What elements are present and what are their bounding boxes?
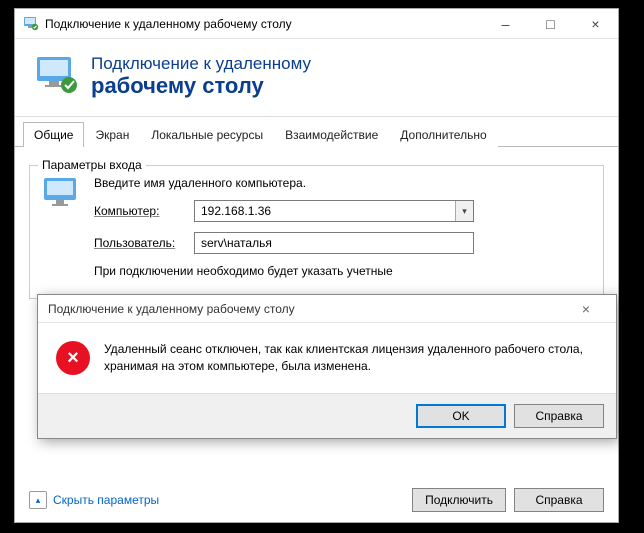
credentials-note: При подключении необходимо будет указать… bbox=[94, 264, 591, 278]
tab-content: Параметры входа Введите имя удаленного к… bbox=[15, 147, 618, 311]
window-title: Подключение к удаленному рабочему столу bbox=[45, 17, 483, 31]
login-group-title: Параметры входа bbox=[38, 158, 146, 172]
dialog-title: Подключение к удаленному рабочему столу bbox=[48, 302, 566, 316]
dialog-help-button[interactable]: Справка bbox=[514, 404, 604, 428]
tab-local-resources[interactable]: Локальные ресурсы bbox=[140, 122, 274, 147]
chevron-up-icon: ▴ bbox=[29, 491, 47, 509]
tabs: Общие Экран Локальные ресурсы Взаимодейс… bbox=[15, 121, 618, 147]
help-button[interactable]: Справка bbox=[514, 488, 604, 512]
connect-button[interactable]: Подключить bbox=[412, 488, 506, 512]
close-button[interactable]: × bbox=[573, 9, 618, 38]
user-row: Пользователь: bbox=[94, 232, 591, 254]
computer-label: Компьютер: bbox=[94, 204, 184, 218]
header-text: Подключение к удаленному рабочему столу bbox=[91, 54, 311, 98]
user-label: Пользователь: bbox=[94, 236, 184, 250]
monitor-icon bbox=[42, 176, 82, 278]
dialog-titlebar: Подключение к удаленному рабочему столу … bbox=[38, 295, 616, 323]
tab-display[interactable]: Экран bbox=[84, 122, 140, 147]
maximize-button[interactable]: □ bbox=[528, 9, 573, 38]
hide-options-label: Скрыть параметры bbox=[53, 493, 159, 507]
dialog-message: Удаленный сеанс отключен, так как клиент… bbox=[104, 341, 598, 375]
rdp-hero-icon bbox=[35, 53, 79, 100]
header-line1: Подключение к удаленному bbox=[91, 54, 311, 74]
dialog-actions: OK Справка bbox=[38, 393, 616, 438]
dialog-close-button[interactable]: × bbox=[566, 301, 606, 317]
hide-options-toggle[interactable]: ▴ Скрыть параметры bbox=[29, 491, 159, 509]
ok-button[interactable]: OK bbox=[416, 404, 506, 428]
chevron-down-icon[interactable]: ▾ bbox=[455, 201, 473, 221]
user-input[interactable] bbox=[194, 232, 474, 254]
error-dialog: Подключение к удаленному рабочему столу … bbox=[37, 294, 617, 439]
header: Подключение к удаленному рабочему столу bbox=[15, 39, 618, 117]
footer: ▴ Скрыть параметры Подключить Справка bbox=[29, 488, 604, 512]
titlebar: Подключение к удаленному рабочему столу … bbox=[15, 9, 618, 39]
tab-advanced[interactable]: Дополнительно bbox=[389, 122, 497, 147]
header-line2: рабочему столу bbox=[91, 74, 311, 98]
rdp-window: Подключение к удаленному рабочему столу … bbox=[14, 8, 619, 523]
error-icon: × bbox=[56, 341, 90, 375]
tab-general[interactable]: Общие bbox=[23, 122, 84, 147]
app-icon bbox=[23, 16, 39, 32]
window-controls: – □ × bbox=[483, 9, 618, 38]
login-group: Параметры входа Введите имя удаленного к… bbox=[29, 165, 604, 299]
minimize-button[interactable]: – bbox=[483, 9, 528, 38]
computer-combo[interactable]: ▾ bbox=[194, 200, 474, 222]
computer-row: Компьютер: ▾ bbox=[94, 200, 591, 222]
computer-input[interactable] bbox=[195, 201, 455, 221]
tab-experience[interactable]: Взаимодействие bbox=[274, 122, 389, 147]
dialog-body: × Удаленный сеанс отключен, так как клие… bbox=[38, 323, 616, 393]
login-instruction: Введите имя удаленного компьютера. bbox=[94, 176, 591, 190]
